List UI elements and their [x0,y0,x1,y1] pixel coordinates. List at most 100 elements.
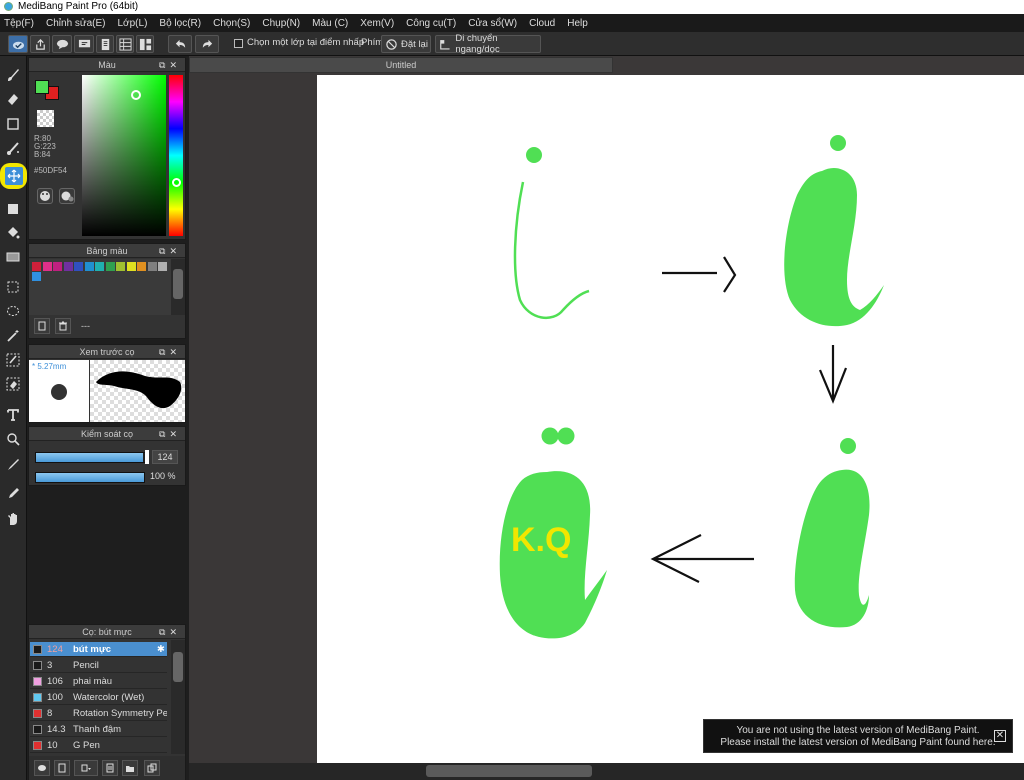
palette-swatch[interactable] [137,262,146,271]
brush-settings-button[interactable] [34,760,50,776]
brush-size-text: * 5.27mm [32,362,67,371]
brush-properties-button[interactable] [102,760,118,776]
panel-float-close-icon[interactable]: ⧉✕ [159,58,181,72]
text-tool[interactable] [3,405,23,425]
share-button[interactable] [30,35,50,53]
palette-swatch[interactable] [95,262,104,271]
hue-slider[interactable] [169,75,183,236]
layout-button[interactable] [136,35,154,53]
panel-float-close-icon[interactable]: ⧉✕ [159,427,181,441]
select-layer-checkbox[interactable] [234,39,243,48]
color-settings-button[interactable] [59,188,75,204]
dot-brush-tool[interactable] [3,139,23,159]
menu-help[interactable]: Help [567,18,588,29]
menu-edit[interactable]: Chỉnh sửa(E) [46,18,106,29]
menu-cloud[interactable]: Cloud [529,18,555,29]
brush-list-item[interactable]: 8 Rotation Symmetry Pe [30,706,167,721]
select-eraser-tool[interactable] [3,374,23,394]
brush-list-scrollbar[interactable] [171,640,185,754]
horizontal-scrollbar-thumb[interactable] [426,765,592,777]
hue-slider-handle[interactable] [172,178,181,187]
eyedropper-tool[interactable] [3,484,23,504]
lasso-tool[interactable] [3,301,23,321]
drawing-canvas[interactable]: K.Q [317,75,1024,763]
saturation-value-picker[interactable] [82,75,166,236]
menu-select[interactable]: Chọn(S) [213,18,250,29]
eraser-tool[interactable] [3,89,23,109]
palette-swatch[interactable] [126,262,136,271]
update-notification[interactable]: You are not using the latest version of … [703,719,1013,753]
palette-swatch[interactable] [42,262,52,271]
eyedropper-pen-tool[interactable] [3,454,23,474]
document-tab[interactable]: Untitled [189,57,613,73]
menu-window[interactable]: Cửa sổ(W) [468,18,517,29]
result-text: K.Q [511,521,571,559]
hand-tool[interactable] [3,509,23,529]
page-button[interactable] [96,35,114,53]
palette-swatch[interactable] [105,262,115,271]
menu-capture[interactable]: Chụp(N) [262,18,300,29]
menu-view[interactable]: Xem(V) [360,18,394,29]
cloud-button[interactable] [8,35,28,53]
brush-list-item[interactable]: 14.3 Thanh đậm [30,722,167,737]
brush-list-item[interactable]: 124 bút mực ✱ [30,642,167,657]
palette-swatch[interactable] [147,262,157,271]
brush-dropdown-button[interactable] [74,760,98,776]
palette-swatch[interactable] [158,262,167,271]
reset-button[interactable]: Đặt lại [381,35,431,53]
delete-palette-button[interactable] [55,318,71,334]
horizontal-scrollbar[interactable] [189,763,1024,780]
move-tool-highlighted[interactable] [0,163,27,189]
brush-list-item[interactable]: 10 G Pen [30,738,167,753]
panel-float-close-icon[interactable]: ⧉✕ [159,244,181,258]
select-rect-tool[interactable] [3,277,23,297]
bucket-tool[interactable] [3,223,23,243]
panel-float-close-icon[interactable]: ⧉✕ [159,345,181,359]
grid-button[interactable] [116,35,134,53]
menu-file[interactable]: Tệp(F) [4,18,34,29]
brush-duplicate-button[interactable] [144,760,160,776]
brush-list-item[interactable]: 3 Pencil [30,658,167,673]
new-brush-button[interactable] [54,760,70,776]
palette-swatch[interactable] [84,262,94,271]
select-pen-tool[interactable] [3,350,23,370]
message-button[interactable] [74,35,94,53]
color-wheel-button[interactable] [37,188,53,204]
brush-size-slider[interactable] [35,452,147,463]
transparent-color-swatch[interactable] [37,110,54,127]
palette-swatch[interactable] [116,262,125,271]
brush-opacity-slider[interactable] [35,472,145,483]
left-arrow [650,534,754,583]
brush-folder-button[interactable] [122,760,138,776]
panel-float-close-icon[interactable]: ⧉✕ [159,625,181,639]
brush-list-item[interactable]: 106 phai màu [30,674,167,689]
comment-button[interactable] [52,35,72,53]
gradient-tool[interactable] [3,247,23,267]
move-direction-button[interactable]: Di chuyển ngang/dọc [435,33,541,55]
rectangle-tool[interactable] [3,114,23,134]
palette-scrollbar[interactable] [171,259,185,315]
new-palette-button[interactable] [34,318,50,334]
menu-layer[interactable]: Lớp(L) [118,18,148,29]
notification-close-button[interactable]: ✕ [994,730,1006,742]
palette-swatch[interactable] [63,262,73,271]
palette-swatch[interactable] [53,262,62,271]
divide-tool[interactable] [3,429,23,449]
menu-tools[interactable]: Công cụ(T) [406,18,456,29]
foreground-color-swatch[interactable] [35,80,49,94]
brush-size-value[interactable]: 124 [152,450,178,464]
menu-color[interactable]: Màu (C) [312,18,348,29]
brush-size-slider-handle[interactable] [145,450,149,464]
palette-swatch[interactable] [32,272,41,281]
undo-button[interactable] [168,35,192,53]
redo-button[interactable] [195,35,219,53]
brush-tool[interactable] [3,65,23,85]
palette-swatch[interactable] [74,262,83,271]
sv-picker-handle[interactable] [131,90,141,100]
magic-wand-tool[interactable] [3,326,23,346]
fill-rect-tool[interactable] [3,199,23,219]
palette-swatch[interactable] [32,262,41,271]
menu-filter[interactable]: Bộ lọc(R) [159,18,201,29]
brush-list-item[interactable]: 100 Watercolor (Wet) [30,690,167,705]
gear-icon[interactable]: ✱ [157,642,165,657]
